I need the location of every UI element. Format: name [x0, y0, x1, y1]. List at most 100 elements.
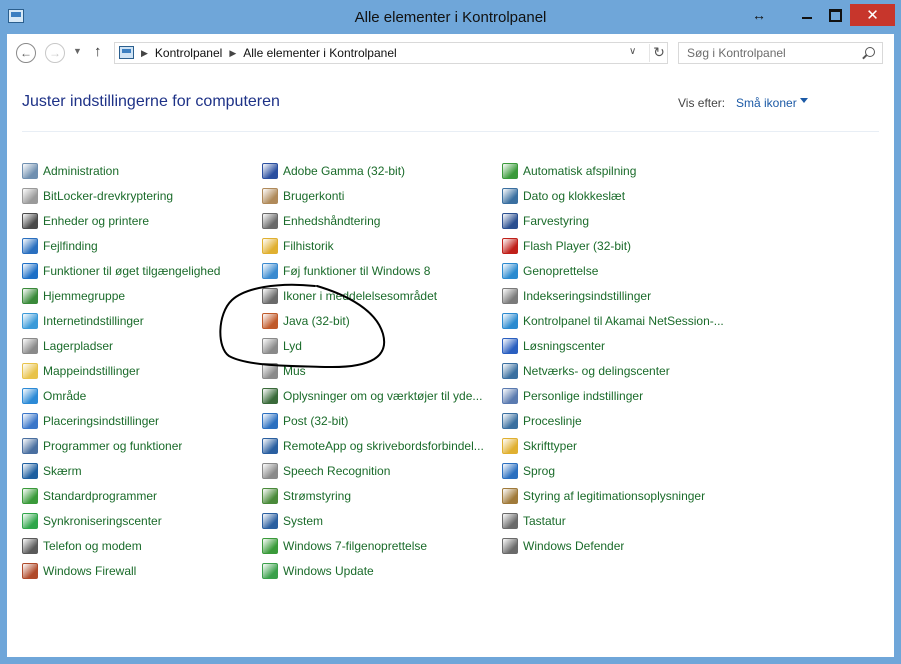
- control-panel-item-label[interactable]: Dato og klokkeslæt: [523, 189, 625, 203]
- control-panel-item-label[interactable]: Hjemmegruppe: [43, 289, 125, 303]
- control-panel-item-label[interactable]: Farvestyring: [523, 214, 589, 228]
- control-panel-item-label[interactable]: Område: [43, 389, 86, 403]
- breadcrumb-separator[interactable]: ▶: [141, 48, 148, 59]
- control-panel-item-label[interactable]: Windows Update: [283, 564, 374, 578]
- control-panel-item[interactable]: Lyd: [262, 333, 484, 358]
- control-panel-item-label[interactable]: Fejlfinding: [43, 239, 98, 253]
- control-panel-item-label[interactable]: Netværks- og delingscenter: [523, 364, 670, 378]
- control-panel-item-label[interactable]: Windows Firewall: [43, 564, 136, 578]
- control-panel-item-label[interactable]: Internetindstillinger: [43, 314, 144, 328]
- control-panel-item[interactable]: Strømstyring: [262, 483, 484, 508]
- control-panel-item[interactable]: Farvestyring: [502, 208, 724, 233]
- control-panel-item-label[interactable]: Kontrolpanel til Akamai NetSession-...: [523, 314, 724, 328]
- control-panel-item-label[interactable]: Skrifttyper: [523, 439, 577, 453]
- control-panel-item[interactable]: Kontrolpanel til Akamai NetSession-...: [502, 308, 724, 333]
- breadcrumb-separator[interactable]: ▶: [229, 48, 236, 59]
- control-panel-item[interactable]: Indekseringsindstillinger: [502, 283, 724, 308]
- control-panel-item-label[interactable]: Føj funktioner til Windows 8: [283, 264, 430, 278]
- control-panel-item-label[interactable]: System: [283, 514, 323, 528]
- control-panel-item-label[interactable]: Brugerkonti: [283, 189, 344, 203]
- control-panel-item[interactable]: Brugerkonti: [262, 183, 484, 208]
- title-bar[interactable]: Alle elementer i Kontrolpanel ↔ ✕: [0, 0, 901, 34]
- control-panel-item[interactable]: Ikoner i meddelelsesområdet: [262, 283, 484, 308]
- control-panel-item-label[interactable]: Funktioner til øget tilgængelighed: [43, 264, 220, 278]
- search-input[interactable]: Søg i Kontrolpanel: [678, 42, 883, 64]
- control-panel-item[interactable]: Skærm: [22, 458, 220, 483]
- control-panel-item-label[interactable]: Løsningscenter: [523, 339, 605, 353]
- control-panel-item[interactable]: Filhistorik: [262, 233, 484, 258]
- control-panel-item-label[interactable]: Java (32-bit): [283, 314, 350, 328]
- control-panel-item[interactable]: Oplysninger om og værktøjer til yde...: [262, 383, 484, 408]
- control-panel-item[interactable]: Tastatur: [502, 508, 724, 533]
- control-panel-item[interactable]: Placeringsindstillinger: [22, 408, 220, 433]
- control-panel-item-label[interactable]: Oplysninger om og værktøjer til yde...: [283, 389, 482, 403]
- control-panel-item[interactable]: Sprog: [502, 458, 724, 483]
- control-panel-item-label[interactable]: Standardprogrammer: [43, 489, 157, 503]
- control-panel-item[interactable]: Programmer og funktioner: [22, 433, 220, 458]
- control-panel-item-label[interactable]: Skærm: [43, 464, 82, 478]
- address-bar[interactable]: ▶ Kontrolpanel ▶ Alle elementer i Kontro…: [114, 42, 668, 64]
- control-panel-item[interactable]: Windows Firewall: [22, 558, 220, 583]
- recent-locations-dropdown[interactable]: ▼: [73, 46, 82, 56]
- control-panel-item[interactable]: Post (32-bit): [262, 408, 484, 433]
- control-panel-item-label[interactable]: Flash Player (32-bit): [523, 239, 631, 253]
- control-panel-item-label[interactable]: RemoteApp og skrivebordsforbindel...: [283, 439, 484, 453]
- search-icon[interactable]: [865, 47, 875, 57]
- address-dropdown-button[interactable]: ∨: [629, 46, 636, 57]
- control-panel-item[interactable]: BitLocker-drevkryptering: [22, 183, 220, 208]
- control-panel-item-label[interactable]: Tastatur: [523, 514, 566, 528]
- control-panel-item-label[interactable]: Filhistorik: [283, 239, 334, 253]
- control-panel-item[interactable]: Løsningscenter: [502, 333, 724, 358]
- control-panel-item-label[interactable]: Enhedshåndtering: [283, 214, 380, 228]
- control-panel-item-label[interactable]: Strømstyring: [283, 489, 351, 503]
- control-panel-item[interactable]: Automatisk afspilning: [502, 158, 724, 183]
- control-panel-item-label[interactable]: BitLocker-drevkryptering: [43, 189, 173, 203]
- control-panel-item[interactable]: Føj funktioner til Windows 8: [262, 258, 484, 283]
- control-panel-item[interactable]: Windows Defender: [502, 533, 724, 558]
- control-panel-item[interactable]: Funktioner til øget tilgængelighed: [22, 258, 220, 283]
- control-panel-item[interactable]: Hjemmegruppe: [22, 283, 220, 308]
- back-button[interactable]: ←: [16, 43, 36, 63]
- control-panel-item[interactable]: Telefon og modem: [22, 533, 220, 558]
- control-panel-item[interactable]: Mappeindstillinger: [22, 358, 220, 383]
- control-panel-item-label[interactable]: Sprog: [523, 464, 555, 478]
- chevron-down-icon[interactable]: [800, 98, 808, 103]
- breadcrumb-item[interactable]: Kontrolpanel: [155, 46, 222, 60]
- control-panel-item-label[interactable]: Administration: [43, 164, 119, 178]
- control-panel-item-label[interactable]: Post (32-bit): [283, 414, 348, 428]
- control-panel-item[interactable]: Administration: [22, 158, 220, 183]
- control-panel-item-label[interactable]: Telefon og modem: [43, 539, 142, 553]
- control-panel-item[interactable]: Synkroniseringscenter: [22, 508, 220, 533]
- control-panel-item[interactable]: Java (32-bit): [262, 308, 484, 333]
- maximize-button[interactable]: [822, 3, 848, 27]
- control-panel-item[interactable]: Genoprettelse: [502, 258, 724, 283]
- control-panel-item[interactable]: Enheder og printere: [22, 208, 220, 233]
- control-panel-item[interactable]: Dato og klokkeslæt: [502, 183, 724, 208]
- control-panel-item[interactable]: Lagerpladser: [22, 333, 220, 358]
- control-panel-item-label[interactable]: Genoprettelse: [523, 264, 598, 278]
- control-panel-item-label[interactable]: Lagerpladser: [43, 339, 113, 353]
- control-panel-item-label[interactable]: Windows Defender: [523, 539, 624, 553]
- control-panel-item-label[interactable]: Programmer og funktioner: [43, 439, 182, 453]
- control-panel-item-label[interactable]: Styring af legitimationsoplysninger: [523, 489, 705, 503]
- control-panel-item-label[interactable]: Placeringsindstillinger: [43, 414, 159, 428]
- control-panel-item[interactable]: Adobe Gamma (32-bit): [262, 158, 484, 183]
- refresh-button[interactable]: ↻: [649, 44, 668, 62]
- close-button[interactable]: ✕: [850, 4, 895, 26]
- control-panel-item[interactable]: Flash Player (32-bit): [502, 233, 724, 258]
- control-panel-item[interactable]: Mus: [262, 358, 484, 383]
- control-panel-item[interactable]: System: [262, 508, 484, 533]
- control-panel-item[interactable]: Styring af legitimationsoplysninger: [502, 483, 724, 508]
- control-panel-item[interactable]: Fejlfinding: [22, 233, 220, 258]
- control-panel-item-label[interactable]: Automatisk afspilning: [523, 164, 636, 178]
- control-panel-item-label[interactable]: Proceslinje: [523, 414, 582, 428]
- control-panel-item-label[interactable]: Mappeindstillinger: [43, 364, 140, 378]
- control-panel-item-label[interactable]: Speech Recognition: [283, 464, 390, 478]
- up-button[interactable]: ↑: [94, 43, 102, 60]
- minimize-button[interactable]: [794, 3, 820, 27]
- control-panel-item-label[interactable]: Adobe Gamma (32-bit): [283, 164, 405, 178]
- control-panel-item-label[interactable]: Personlige indstillinger: [523, 389, 643, 403]
- control-panel-item-label[interactable]: Mus: [283, 364, 306, 378]
- control-panel-item[interactable]: Område: [22, 383, 220, 408]
- control-panel-item[interactable]: RemoteApp og skrivebordsforbindel...: [262, 433, 484, 458]
